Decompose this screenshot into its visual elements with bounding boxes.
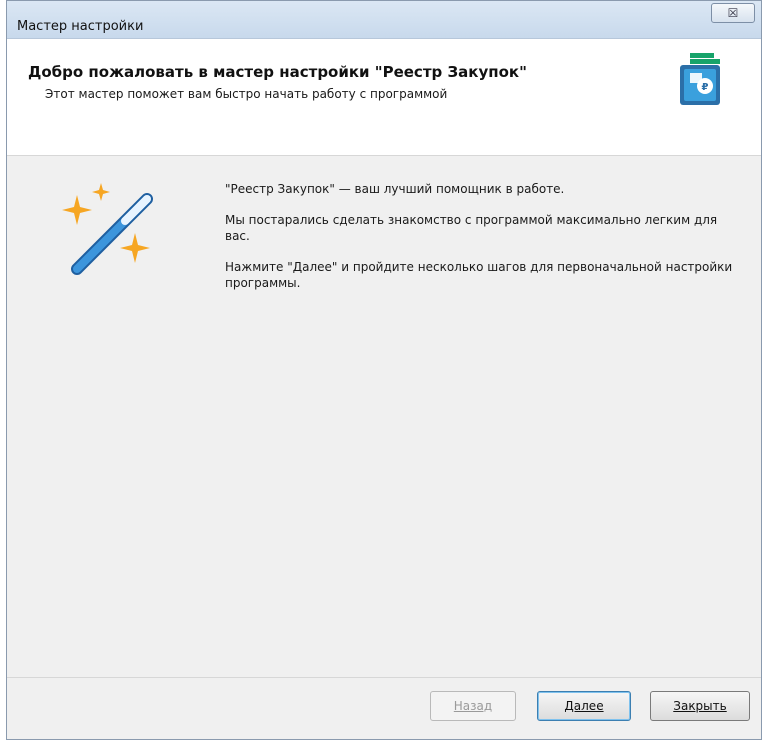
page-title: Добро пожаловать в мастер настройки "Рее… [28,63,527,81]
back-button[interactable]: Назад [430,691,516,721]
page-subtitle: Этот мастер поможет вам быстро начать ра… [45,87,448,101]
registry-app-icon: ₽ [680,53,720,105]
welcome-paragraph-2: Мы постарались сделать знакомство с прог… [225,213,718,243]
close-icon: ☒ [727,6,739,20]
welcome-paragraph-3: Нажмите "Далее" и пройдите несколько шаг… [225,260,733,290]
welcome-paragraph-1: "Реестр Закупок" — ваш лучший помощник в… [225,182,565,196]
next-button[interactable]: Далее [537,691,631,721]
setup-wizard-window: Мастер настройки ☒ Добро пожаловать в ма… [6,0,762,740]
window-title: Мастер настройки [17,19,144,34]
welcome-text: "Реестр Закупок" — ваш лучший помощник в… [225,181,745,306]
title-bar[interactable]: Мастер настройки ☒ [7,1,761,39]
close-window-button[interactable]: ☒ [711,3,755,23]
svg-text:₽: ₽ [702,82,709,93]
back-button-label: Назад [453,699,493,713]
wizard-header: Добро пожаловать в мастер настройки "Рее… [7,39,761,156]
close-button[interactable]: Закрыть [650,691,750,721]
next-button-label: Далее [564,699,604,713]
footer-divider [7,677,761,678]
magic-wand-icon [62,183,153,275]
close-button-label: Закрыть [673,699,727,713]
